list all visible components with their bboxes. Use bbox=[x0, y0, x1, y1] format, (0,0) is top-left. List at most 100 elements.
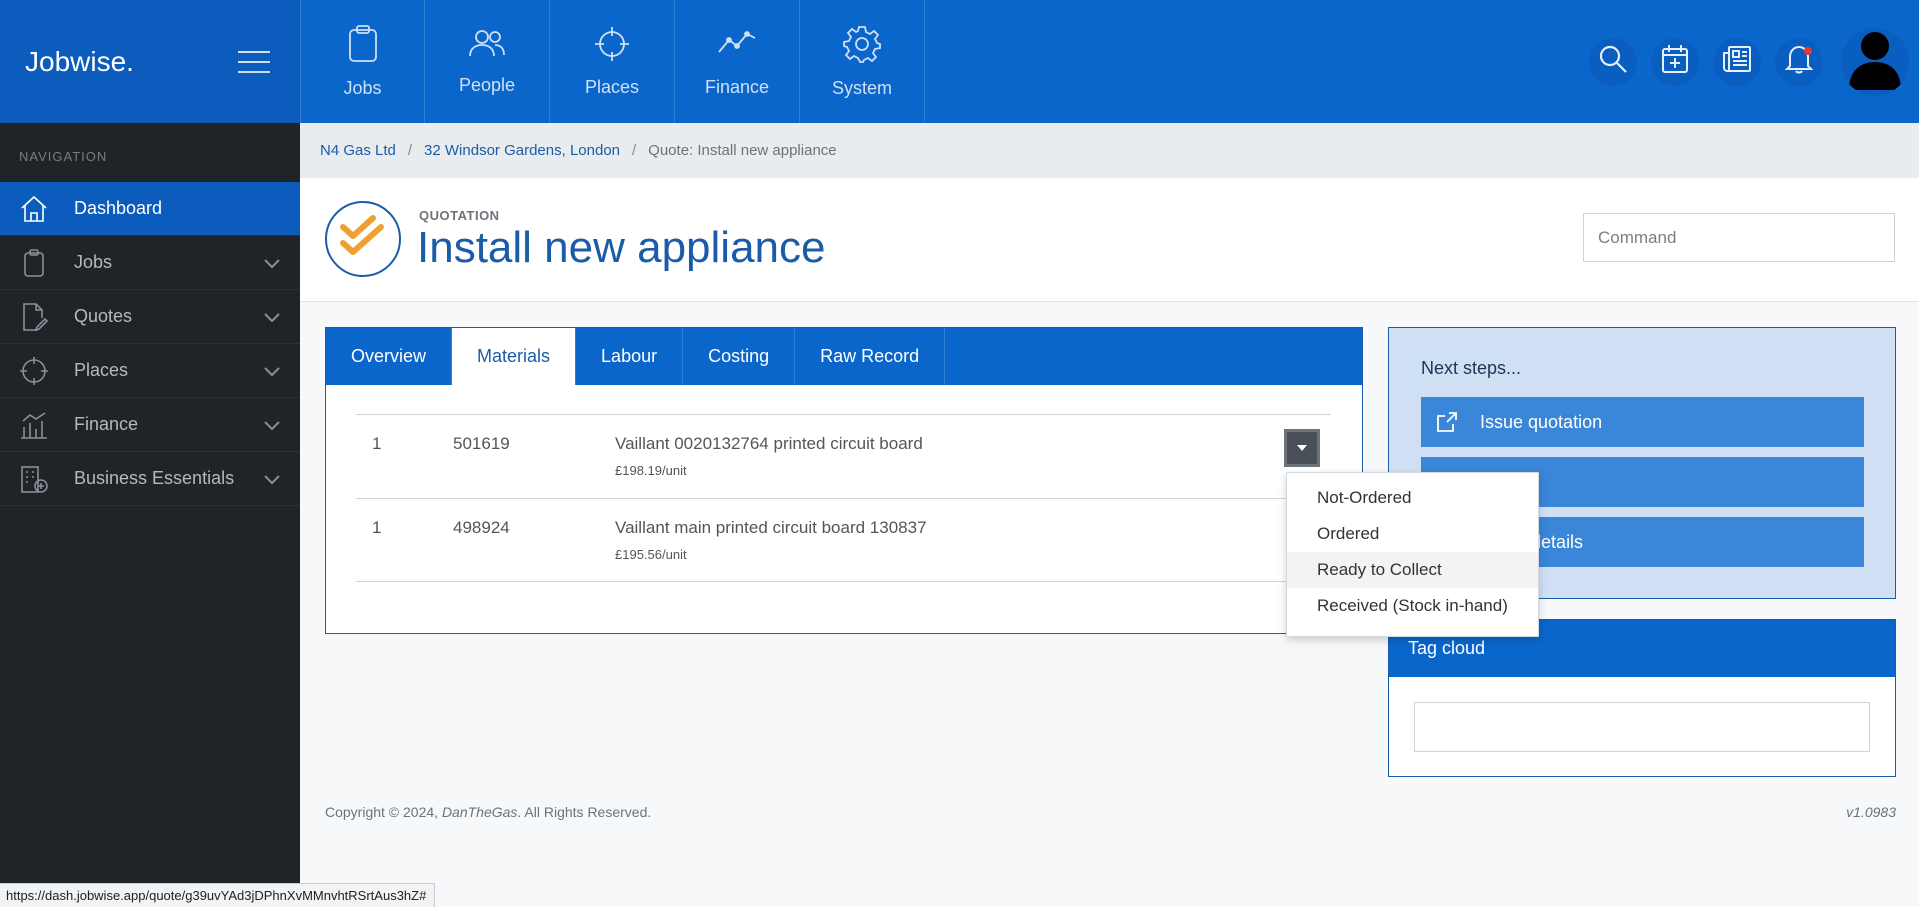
material-qty: 1 bbox=[372, 518, 382, 537]
avatar-icon bbox=[1847, 28, 1903, 95]
material-price: £195.56/unit bbox=[615, 547, 687, 562]
nav-heading: NAVIGATION bbox=[19, 149, 108, 164]
double-check-icon bbox=[337, 213, 389, 266]
topnav-people[interactable]: People bbox=[425, 0, 550, 123]
newspaper-icon bbox=[1722, 45, 1752, 78]
breadcrumb-separator: / bbox=[632, 142, 637, 159]
material-code: 501619 bbox=[453, 434, 510, 453]
tab-materials[interactable]: Materials bbox=[452, 328, 577, 385]
topnav-jobs[interactable]: Jobs bbox=[300, 0, 425, 123]
tab-overview[interactable]: Overview bbox=[326, 328, 453, 385]
sidebar-item-label: Quotes bbox=[74, 306, 133, 326]
command-input[interactable] bbox=[1583, 213, 1895, 262]
link-status-bar: https://dash.jobwise.app/quote/g39uvYAd3… bbox=[0, 883, 436, 907]
topnav-label: People bbox=[458, 74, 516, 95]
material-code: 498924 bbox=[453, 518, 510, 537]
topnav-places[interactable]: Places bbox=[550, 0, 675, 123]
search-button[interactable] bbox=[1589, 37, 1637, 86]
line-chart-icon bbox=[717, 26, 757, 67]
topnav-label: Finance bbox=[704, 76, 770, 97]
sidebar-item-label: Places bbox=[74, 360, 129, 380]
sidebar-item-jobs[interactable]: Jobs bbox=[0, 236, 300, 290]
topnav-label: Places bbox=[584, 76, 640, 97]
sidebar-item-finance[interactable]: Finance bbox=[0, 398, 300, 452]
material-price: £198.19/unit bbox=[615, 463, 687, 478]
clipboard-icon bbox=[347, 24, 379, 68]
clipboard-icon bbox=[0, 247, 74, 279]
topnav-system[interactable]: System bbox=[800, 0, 925, 123]
sidebar-item-quotes[interactable]: Quotes bbox=[0, 290, 300, 344]
tab-labour[interactable]: Labour bbox=[576, 328, 684, 385]
gear-icon bbox=[843, 25, 881, 68]
dropdown-option-ready-to-collect[interactable]: Ready to Collect bbox=[1287, 552, 1538, 588]
chevron-down-icon bbox=[264, 418, 280, 436]
sidebar-item-label: Business Essentials bbox=[74, 468, 235, 488]
caret-down-icon bbox=[1296, 439, 1308, 457]
page-eyebrow: QUOTATION bbox=[419, 208, 500, 223]
page-header: QUOTATION Install new appliance bbox=[300, 178, 1919, 302]
tag-cloud-input[interactable] bbox=[1414, 702, 1870, 752]
topnav-label: Jobs bbox=[343, 77, 382, 98]
copyright: Copyright © 2024, DanTheGas. All Rights … bbox=[325, 804, 651, 820]
breadcrumb-separator: / bbox=[407, 142, 413, 159]
notifications-button[interactable] bbox=[1775, 37, 1823, 86]
menu-toggle-icon[interactable] bbox=[238, 50, 270, 73]
tab-costing[interactable]: Costing bbox=[683, 328, 796, 385]
sidebar-item-dashboard[interactable]: Dashboard bbox=[0, 182, 300, 236]
share-icon bbox=[1435, 410, 1459, 439]
chart-icon bbox=[0, 409, 74, 441]
document-edit-icon bbox=[0, 301, 74, 333]
sidebar-item-label: Dashboard bbox=[74, 198, 163, 218]
crosshair-icon bbox=[594, 26, 630, 67]
material-qty: 1 bbox=[372, 434, 382, 453]
search-icon bbox=[1598, 44, 1628, 79]
sidebar-item-business-essentials[interactable]: Business Essentials bbox=[0, 452, 300, 506]
add-calendar-button[interactable] bbox=[1651, 37, 1699, 86]
quotation-badge bbox=[325, 201, 401, 277]
copyright-prefix: Copyright © 2024, bbox=[325, 804, 442, 820]
table-row: 1 501619 Vaillant 0020132764 printed cir… bbox=[356, 414, 1331, 498]
breadcrumb: N4 Gas Ltd / 32 Windsor Gardens, London … bbox=[300, 123, 1919, 178]
sidebar-item-places[interactable]: Places bbox=[0, 344, 300, 398]
building-icon bbox=[0, 463, 74, 495]
brand-logo[interactable]: Jobwise. bbox=[25, 46, 134, 78]
topbar-actions bbox=[1589, 0, 1919, 123]
calendar-add-icon bbox=[1661, 44, 1689, 79]
brand-bar: Jobwise. bbox=[0, 0, 300, 123]
breadcrumb-current: Quote: Install new appliance bbox=[648, 142, 837, 159]
breadcrumb-link-company[interactable]: N4 Gas Ltd bbox=[320, 142, 396, 159]
sidebar: Jobwise. NAVIGATION Dashboard Jobs Quote… bbox=[0, 0, 300, 907]
material-description: Vaillant 0020132764 printed circuit boar… bbox=[615, 434, 923, 453]
tag-cloud-panel: Tag cloud bbox=[1388, 619, 1896, 777]
button-label: Issue quotation bbox=[1480, 411, 1603, 432]
chevron-down-icon bbox=[264, 472, 280, 490]
chevron-down-icon bbox=[264, 310, 280, 328]
table-row: 1 498924 Vaillant main printed circuit b… bbox=[356, 498, 1331, 582]
notification-dot bbox=[1804, 46, 1812, 55]
issue-quotation-button[interactable]: Issue quotation bbox=[1421, 397, 1864, 447]
breadcrumb-link-address[interactable]: 32 Windsor Gardens, London bbox=[424, 142, 620, 159]
tab-bar: Overview Materials Labour Costing Raw Re… bbox=[326, 328, 1362, 385]
dropdown-option-received[interactable]: Received (Stock in-hand) bbox=[1287, 588, 1538, 624]
avatar[interactable] bbox=[1841, 27, 1909, 96]
copyright-suffix: . All Rights Reserved. bbox=[517, 804, 652, 820]
next-steps-title: Next steps... bbox=[1421, 358, 1522, 378]
topnav-label: System bbox=[831, 77, 892, 98]
status-dropdown-menu: Not-Ordered Ordered Ready to Collect Rec… bbox=[1286, 472, 1539, 637]
chevron-down-icon bbox=[264, 256, 280, 274]
dropdown-option-not-ordered[interactable]: Not-Ordered bbox=[1287, 480, 1538, 516]
material-description: Vaillant main printed circuit board 1308… bbox=[615, 518, 927, 537]
topnav-finance[interactable]: Finance bbox=[675, 0, 800, 123]
home-icon bbox=[0, 193, 74, 225]
sidebar-item-label: Finance bbox=[74, 414, 139, 434]
dropdown-option-ordered[interactable]: Ordered bbox=[1287, 516, 1538, 552]
status-dropdown-toggle[interactable] bbox=[1284, 429, 1320, 467]
news-button[interactable] bbox=[1713, 37, 1761, 86]
sidebar-item-label: Jobs bbox=[74, 252, 113, 272]
top-navbar: Jobs People Places Finance System bbox=[300, 0, 1919, 123]
quote-detail-panel: Overview Materials Labour Costing Raw Re… bbox=[325, 327, 1363, 634]
version-label: v1.0983 bbox=[1846, 804, 1896, 820]
copyright-owner: DanTheGas bbox=[441, 804, 518, 820]
materials-table: 1 501619 Vaillant 0020132764 printed cir… bbox=[356, 414, 1331, 582]
tab-raw-record[interactable]: Raw Record bbox=[795, 328, 946, 385]
